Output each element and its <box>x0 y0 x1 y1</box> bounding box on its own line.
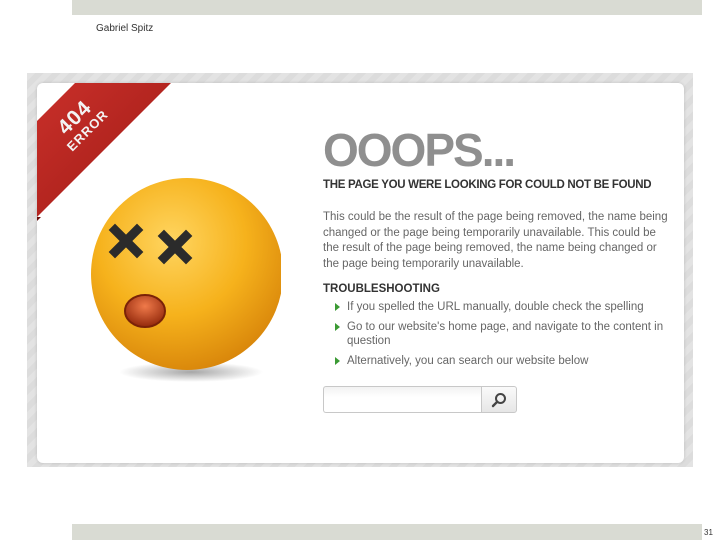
list-item: If you spelled the URL manually, double … <box>333 300 673 314</box>
list-item: Alternatively, you can search our websit… <box>333 354 673 368</box>
search-input[interactable] <box>323 386 481 413</box>
slide-author: Gabriel Spitz <box>96 23 154 34</box>
slide-top-bar <box>72 0 702 15</box>
list-item: Go to our website's home page, and navig… <box>333 320 673 348</box>
search-bar <box>323 386 517 413</box>
green-triangle-bullet-icon <box>335 357 340 365</box>
tip-text: Alternatively, you can search our websit… <box>347 355 589 367</box>
green-triangle-bullet-icon <box>335 303 340 311</box>
troubleshooting-title: TROUBLESHOOTING <box>323 283 440 295</box>
screenshot-frame: 404 ERROR OOOPS... THE PAGE YOU WERE LOO… <box>27 73 693 467</box>
troubleshooting-list: If you spelled the URL manually, double … <box>333 300 673 374</box>
error-headline: OOOPS... <box>323 124 516 176</box>
error-subheadline: THE PAGE YOU WERE LOOKING FOR COULD NOT … <box>323 179 652 191</box>
slide-bottom-bar <box>72 524 702 540</box>
magnifier-icon <box>491 392 506 407</box>
dead-smiley-face-icon <box>91 178 281 382</box>
slide-page-number: 31 <box>704 528 713 537</box>
error-description: This could be the result of the page bei… <box>323 211 668 270</box>
green-triangle-bullet-icon <box>335 323 340 331</box>
tip-text: Go to our website's home page, and navig… <box>347 321 664 347</box>
error-card: 404 ERROR OOOPS... THE PAGE YOU WERE LOO… <box>37 83 684 463</box>
search-button[interactable] <box>481 386 517 413</box>
tip-text: If you spelled the URL manually, double … <box>347 301 644 313</box>
